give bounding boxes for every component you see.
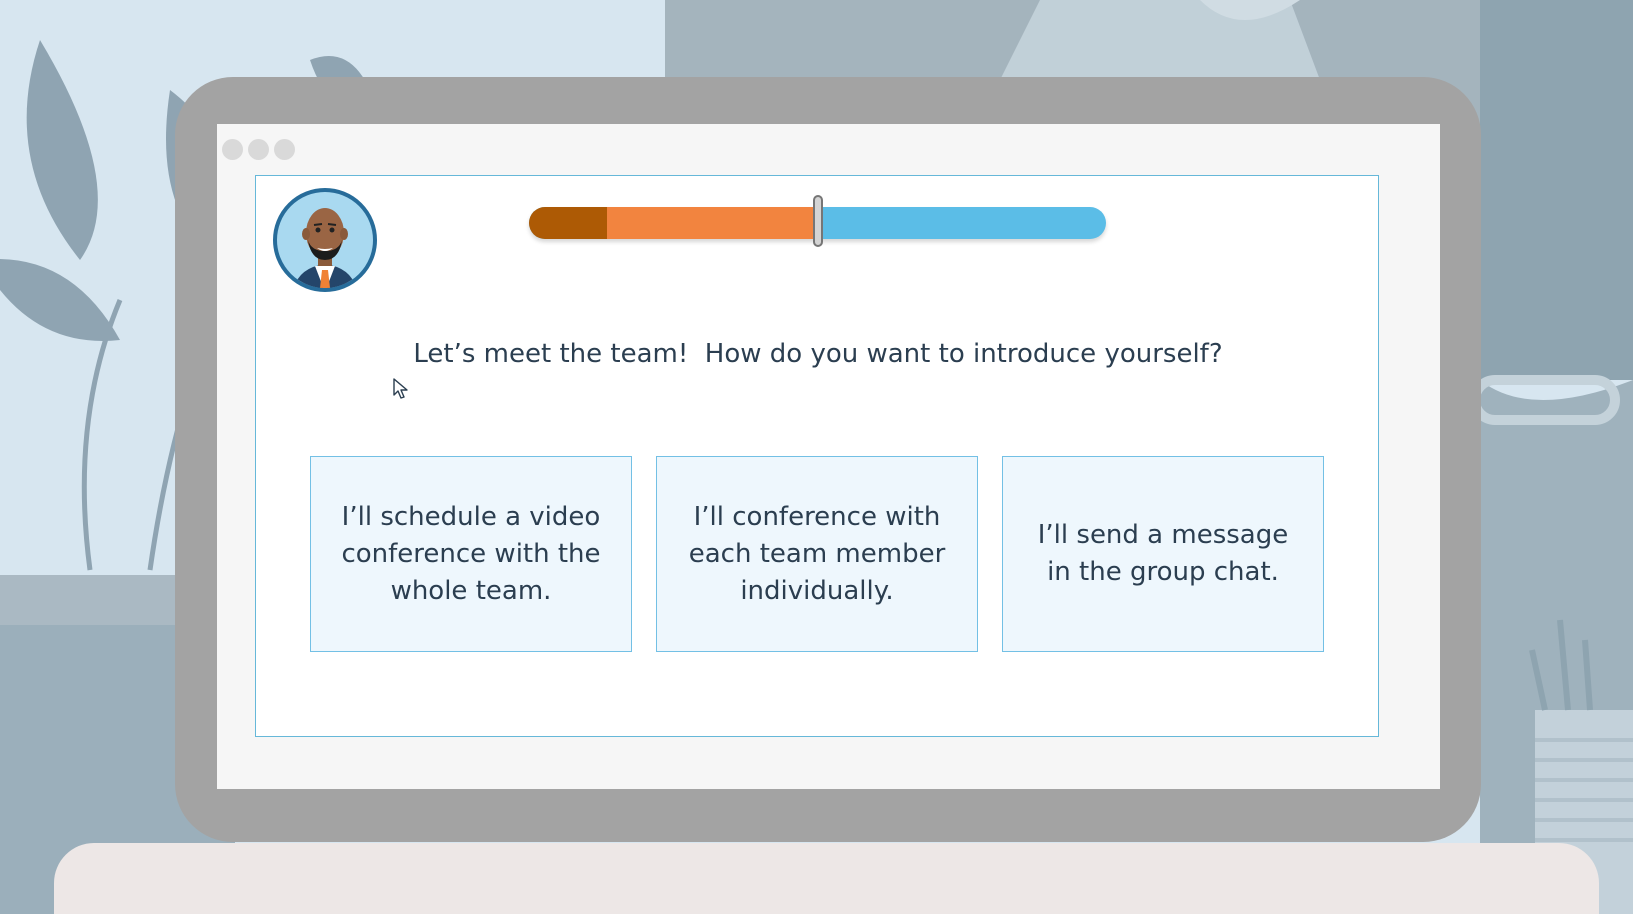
office-scene-background: Let’s meet the team! How do you want to … [0,0,1633,914]
progress-completed-segment [529,207,607,239]
progress-current-segment [606,207,815,239]
window-control-dot-3[interactable] [274,139,295,160]
progress-thumb[interactable] [813,195,823,247]
answer-option-group-chat[interactable]: I’ll send a message in the group chat. [1002,456,1324,652]
course-slide: Let’s meet the team! How do you want to … [255,175,1379,737]
mouse-cursor-icon [393,378,408,399]
answer-option-video-conference[interactable]: I’ll schedule a video conference with th… [310,456,632,652]
laptop-base [54,843,1599,914]
businessman-avatar-icon [273,188,377,292]
window-control-dot-1[interactable] [222,139,243,160]
answer-option-individual-conference[interactable]: I’ll conference with each team member in… [656,456,978,652]
window-controls [222,139,295,160]
question-text: Let’s meet the team! How do you want to … [413,339,1223,369]
window-control-dot-2[interactable] [248,139,269,160]
